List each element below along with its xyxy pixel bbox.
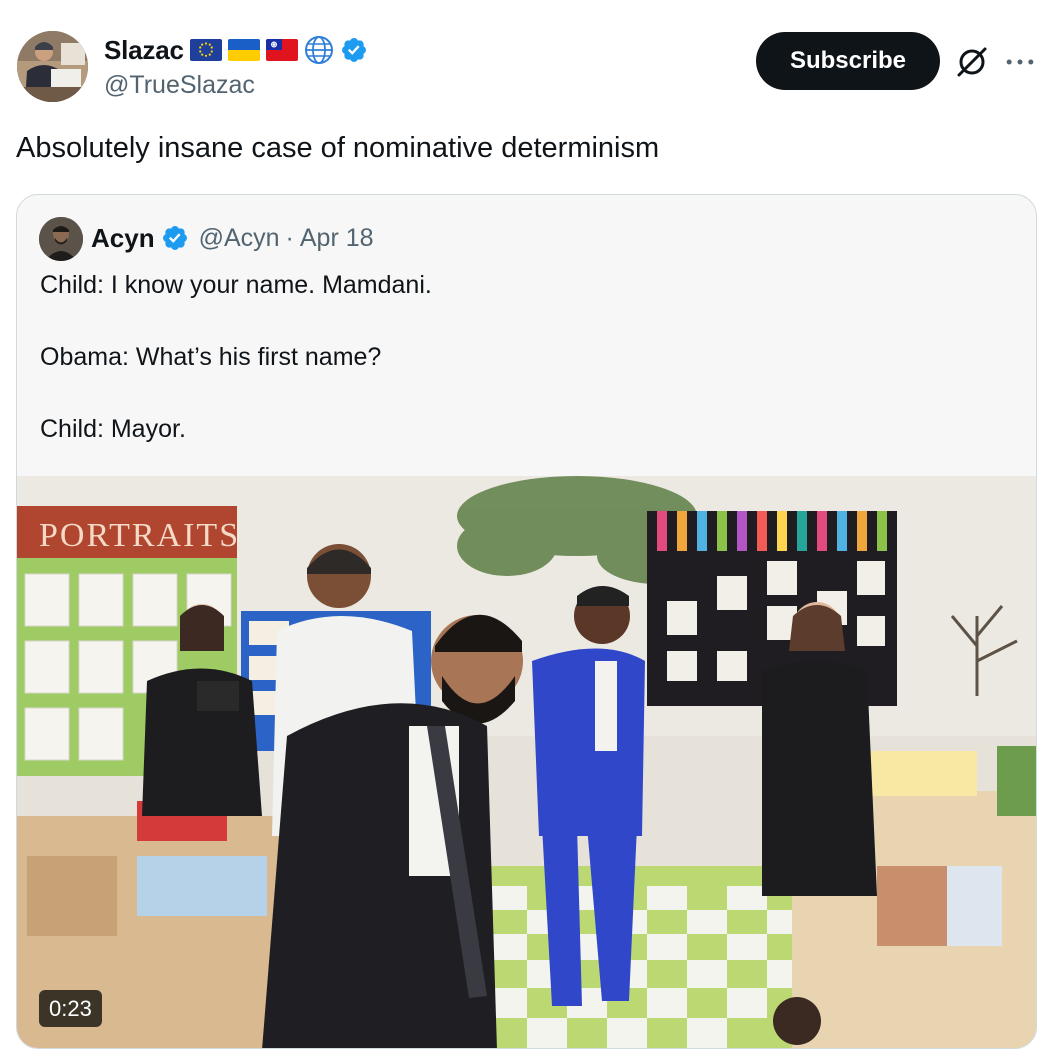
avatar-image (17, 31, 88, 102)
subscribe-button[interactable]: Subscribe (756, 32, 940, 90)
ukraine-flag-icon (227, 39, 260, 61)
video-player[interactable]: PORTRAITS 0:23 (17, 476, 1036, 1048)
quoted-author-row: Acyn @Acyn · Apr 18 (91, 221, 374, 255)
taiwan-flag-icon (265, 39, 298, 61)
quoted-avatar-image (39, 217, 83, 261)
quoted-post-date[interactable]: Apr 18 (300, 224, 374, 253)
quoted-post-card[interactable]: Acyn @Acyn · Apr 18 Child: I know your n… (16, 194, 1037, 1049)
video-frame: PORTRAITS (17, 476, 1036, 1048)
quoted-author-avatar[interactable] (39, 217, 83, 261)
author-name-row: Slazac (104, 34, 368, 66)
quoted-verified-badge-icon (161, 224, 189, 252)
verified-badge-icon[interactable] (340, 36, 368, 64)
author-display-name[interactable]: Slazac (104, 35, 184, 66)
quoted-author-name[interactable]: Acyn (91, 223, 155, 254)
quoted-text-line: Obama: What’s his first name? (40, 343, 382, 371)
post: Slazac @TrueSlazac Subscribe Absolutely … (0, 0, 1062, 1056)
globe-icon (304, 35, 334, 65)
author-avatar[interactable] (17, 31, 88, 102)
quoted-text-line: Child: I know your name. Mamdani. (40, 271, 432, 299)
wall-sign: PORTRAITS (39, 517, 240, 554)
author-handle[interactable]: @TrueSlazac (104, 71, 255, 100)
quoted-author-handle: @Acyn (198, 223, 280, 252)
video-duration-badge: 0:23 (39, 990, 102, 1027)
separator-dot: · (285, 223, 294, 252)
more-icon[interactable] (1002, 46, 1038, 78)
eu-flag-icon (189, 39, 222, 61)
quoted-text-line: Child: Mayor. (40, 415, 186, 443)
grok-icon[interactable] (954, 44, 990, 80)
post-text: Absolutely insane case of nominative det… (16, 132, 660, 164)
